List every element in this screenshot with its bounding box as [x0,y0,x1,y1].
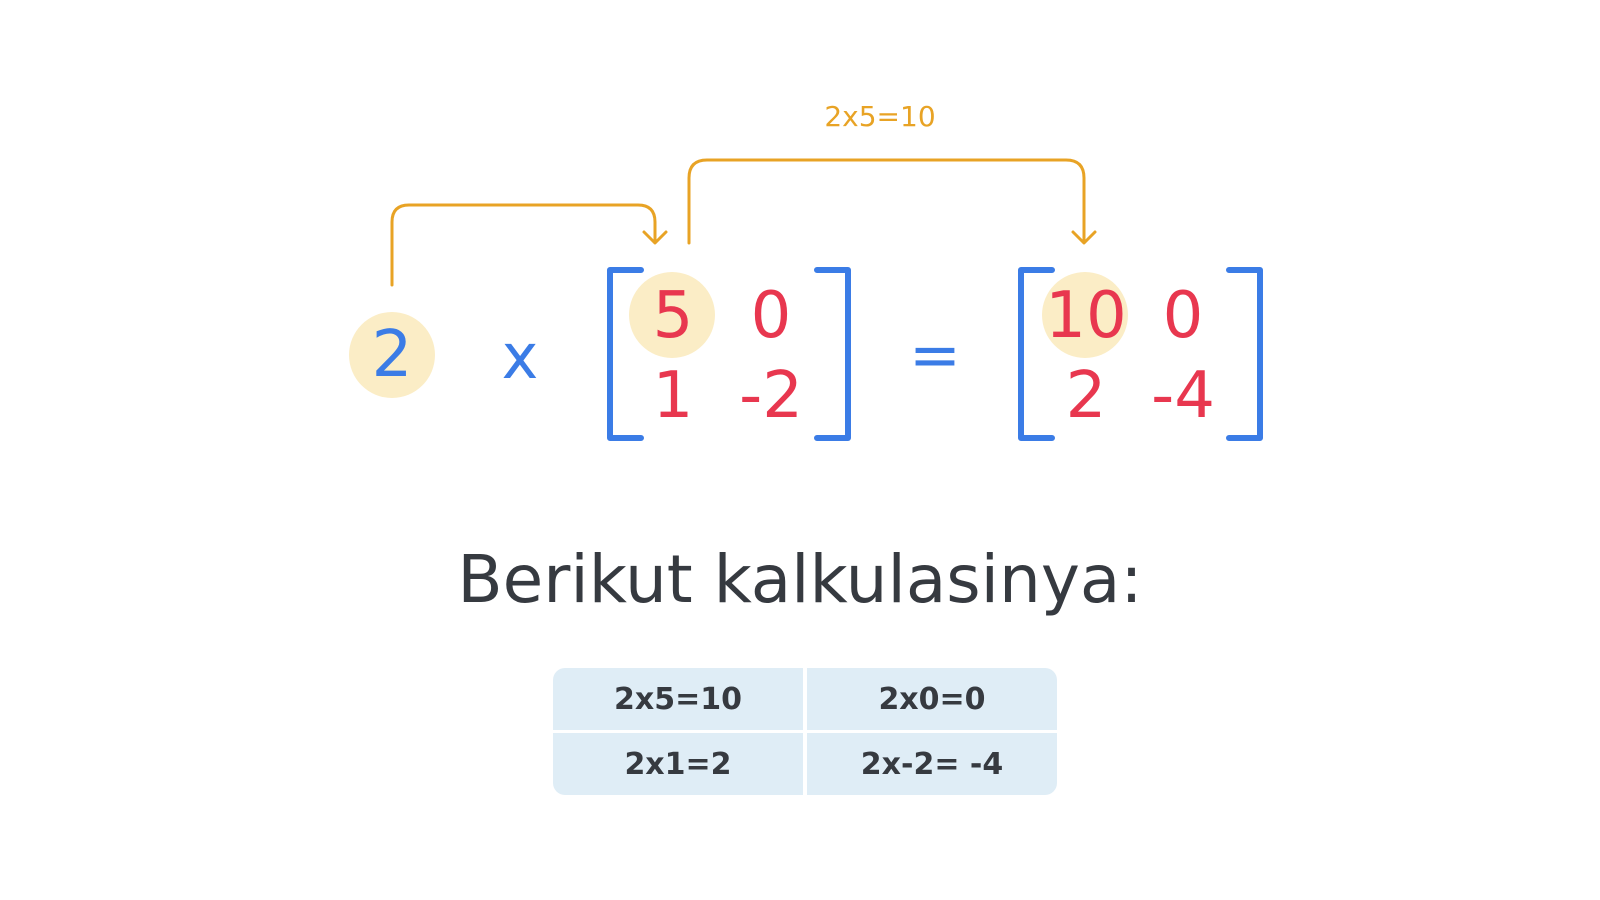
calculation-cell: 2x-2= -4 [807,733,1057,795]
calculation-cell: 2x1=2 [553,733,803,795]
diagram: 2x5=10 2 x = 5 0 1 -2 10 0 2 -4 Berikut … [0,0,1600,900]
heading: Berikut kalkulasinya: [457,541,1143,618]
arrow-element-to-result [687,158,1086,245]
result-cell: 0 [1162,279,1204,353]
equals-sign: = [909,318,961,391]
multiply-sign: x [501,320,539,393]
scalar-value: 2 [371,318,413,392]
matrix-a-cell: 0 [750,279,792,353]
calculation-table: 2x5=10 2x0=0 2x1=2 2x-2= -4 [553,668,1057,795]
result-cell: -4 [1151,359,1215,433]
calculation-cell: 2x5=10 [553,668,803,730]
annotation-label: 2x5=10 [824,100,936,133]
calculation-cell: 2x0=0 [807,668,1057,730]
matrix-a-cell: -2 [739,359,803,433]
